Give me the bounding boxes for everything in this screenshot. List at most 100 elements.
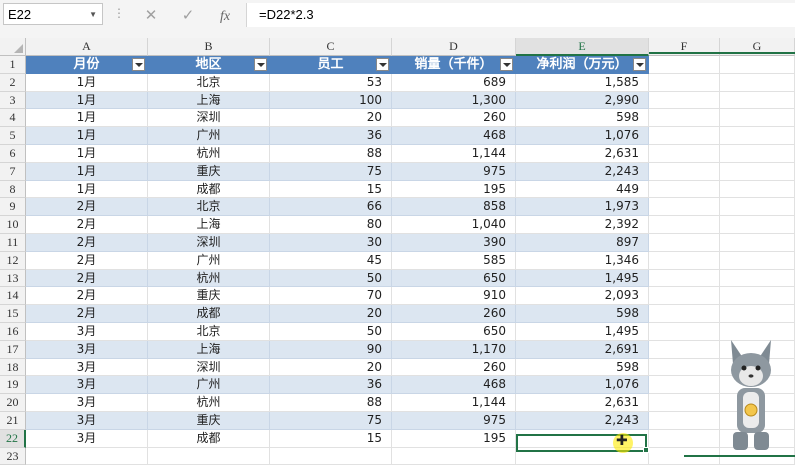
table-cell[interactable]: 1月: [26, 73, 148, 92]
table-cell[interactable]: 100: [270, 91, 392, 110]
table-cell[interactable]: 3月: [26, 358, 148, 377]
table-cell[interactable]: [392, 447, 516, 465]
row-header-21[interactable]: 21: [0, 412, 26, 430]
row-header-14[interactable]: 14: [0, 287, 26, 306]
table-cell[interactable]: [649, 234, 720, 252]
table-cell[interactable]: 1,300: [392, 91, 516, 110]
table-header-cell[interactable]: 员工: [270, 56, 392, 74]
table-cell[interactable]: 3月: [26, 323, 148, 341]
table-cell[interactable]: [649, 323, 720, 341]
row-header-22[interactable]: 22: [0, 429, 26, 448]
table-cell[interactable]: [649, 162, 720, 181]
table-cell[interactable]: 650: [392, 323, 516, 341]
row-header-8[interactable]: 8: [0, 180, 26, 199]
table-cell[interactable]: [649, 216, 720, 234]
row-header-7[interactable]: 7: [0, 162, 26, 181]
table-cell[interactable]: 390: [392, 234, 516, 252]
column-header-a[interactable]: A: [26, 38, 148, 56]
table-cell[interactable]: 1月: [26, 162, 148, 181]
table-header-cell[interactable]: 地区: [148, 56, 270, 74]
table-cell[interactable]: [649, 269, 720, 288]
table-cell[interactable]: 北京: [148, 323, 270, 341]
table-cell[interactable]: 75: [270, 162, 392, 181]
table-cell[interactable]: 36: [270, 376, 392, 395]
table-cell[interactable]: 468: [392, 127, 516, 145]
formula-input[interactable]: =D22*2.3: [246, 3, 795, 27]
table-cell[interactable]: 2,243: [516, 412, 649, 430]
table-cell[interactable]: 1,170: [392, 340, 516, 359]
table-cell[interactable]: [720, 145, 795, 163]
table-cell[interactable]: 88: [270, 145, 392, 163]
table-cell[interactable]: 广州: [148, 251, 270, 270]
filter-dropdown-icon[interactable]: [376, 58, 389, 71]
table-cell[interactable]: 3月: [26, 340, 148, 359]
table-cell[interactable]: 598: [516, 305, 649, 323]
table-cell[interactable]: [649, 412, 720, 430]
table-cell[interactable]: [649, 429, 720, 448]
table-cell[interactable]: [649, 287, 720, 306]
table-cell[interactable]: 1,973: [516, 198, 649, 217]
table-cell[interactable]: 45: [270, 251, 392, 270]
table-cell[interactable]: 2,392: [516, 216, 649, 234]
column-header-b[interactable]: B: [148, 38, 270, 56]
row-header-20[interactable]: 20: [0, 394, 26, 412]
table-cell[interactable]: 975: [392, 162, 516, 181]
table-cell[interactable]: 1,585: [516, 73, 649, 92]
table-cell[interactable]: 2,990: [516, 91, 649, 110]
table-cell[interactable]: 成都: [148, 305, 270, 323]
table-cell[interactable]: 50: [270, 323, 392, 341]
table-cell[interactable]: [720, 251, 795, 270]
row-header-16[interactable]: 16: [0, 323, 26, 341]
table-cell[interactable]: 杭州: [148, 145, 270, 163]
table-cell[interactable]: 90: [270, 340, 392, 359]
table-cell[interactable]: [720, 269, 795, 288]
table-cell[interactable]: 2,093: [516, 287, 649, 306]
table-cell[interactable]: 广州: [148, 127, 270, 145]
table-cell[interactable]: [720, 180, 795, 199]
table-cell[interactable]: 260: [392, 358, 516, 377]
filter-dropdown-icon[interactable]: [132, 58, 145, 71]
table-cell[interactable]: [720, 198, 795, 217]
table-cell[interactable]: [720, 287, 795, 306]
table-cell[interactable]: 15: [270, 180, 392, 199]
table-cell[interactable]: 20: [270, 358, 392, 377]
table-cell[interactable]: 杭州: [148, 269, 270, 288]
table-cell[interactable]: 585: [392, 251, 516, 270]
table-cell[interactable]: 2月: [26, 287, 148, 306]
table-cell[interactable]: 1,346: [516, 251, 649, 270]
table-cell[interactable]: 1月: [26, 180, 148, 199]
table-cell[interactable]: 598: [516, 358, 649, 377]
table-cell[interactable]: 1,144: [392, 145, 516, 163]
table-cell[interactable]: 1月: [26, 109, 148, 128]
table-cell[interactable]: [649, 127, 720, 145]
table-cell[interactable]: [720, 127, 795, 145]
table-cell[interactable]: 1,076: [516, 376, 649, 395]
filter-dropdown-icon[interactable]: [254, 58, 267, 71]
table-cell[interactable]: [649, 180, 720, 199]
table-cell[interactable]: 260: [392, 305, 516, 323]
table-cell[interactable]: [720, 109, 795, 128]
table-cell[interactable]: 53: [270, 73, 392, 92]
confirm-icon[interactable]: ✓: [173, 3, 203, 27]
filter-dropdown-icon[interactable]: [633, 58, 646, 71]
table-cell[interactable]: 1,495: [516, 323, 649, 341]
table-cell[interactable]: 1月: [26, 145, 148, 163]
name-box[interactable]: E22 ▼: [3, 3, 103, 25]
table-cell[interactable]: [649, 358, 720, 377]
spreadsheet-grid[interactable]: A B C D E F G 1 2 3 4 5 6 7 8 9 10 11 12 13 14 15 16 17 18 19 20 21…: [0, 38, 795, 465]
table-cell[interactable]: 15: [270, 429, 392, 448]
table-cell[interactable]: [649, 305, 720, 323]
table-cell[interactable]: 195: [392, 429, 516, 448]
table-cell[interactable]: 杭州: [148, 394, 270, 412]
row-header-19[interactable]: 19: [0, 376, 26, 395]
table-cell[interactable]: [649, 73, 720, 92]
table-cell[interactable]: 1,144: [392, 394, 516, 412]
table-cell[interactable]: [649, 91, 720, 110]
table-cell[interactable]: [649, 376, 720, 395]
row-header-23[interactable]: 23: [0, 447, 26, 465]
row-header-9[interactable]: 9: [0, 198, 26, 217]
table-cell[interactable]: 260: [392, 109, 516, 128]
table-cell[interactable]: [720, 56, 795, 74]
table-cell[interactable]: 深圳: [148, 109, 270, 128]
table-cell[interactable]: 20: [270, 109, 392, 128]
